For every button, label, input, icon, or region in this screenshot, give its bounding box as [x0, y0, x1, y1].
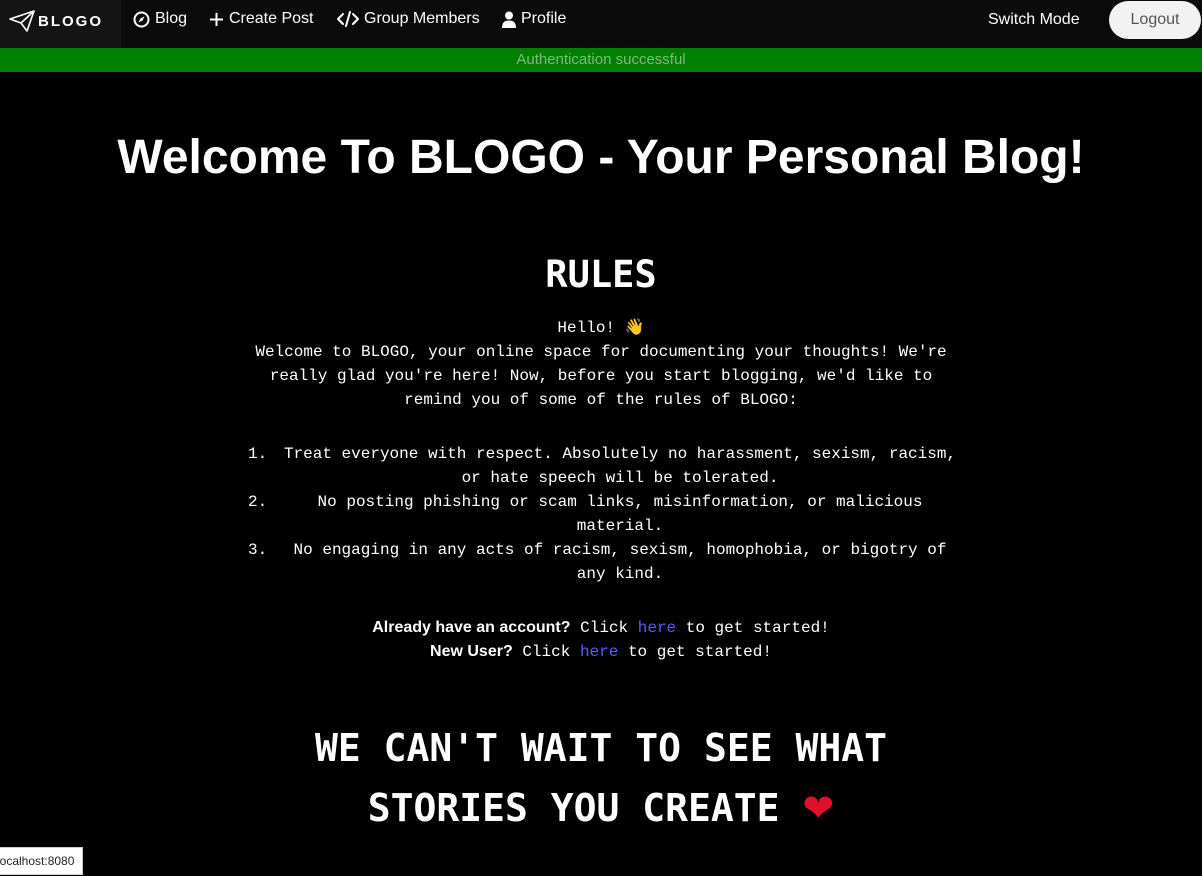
rule-item: 3. No engaging in any acts of racism, se…	[248, 538, 962, 586]
existing-user-line: Already have an account? Click here to g…	[240, 616, 962, 640]
auth-success-alert: Authentication successful	[0, 48, 1202, 72]
nav-link-create-post[interactable]: Create Post	[209, 10, 313, 28]
closing-line-2: STORIES YOU CREATE ❤	[0, 778, 1202, 838]
closing-message: WE CAN'T WAIT TO SEE WHAT STORIES YOU CR…	[0, 718, 1202, 838]
existing-user-post: to get started!	[676, 619, 830, 637]
brand-logo[interactable]: BLOGO	[0, 0, 121, 48]
switch-mode-toggle[interactable]: Switch Mode	[988, 11, 1080, 29]
new-user-prompt: New User?	[430, 643, 513, 660]
nav-link-group-members[interactable]: Group Members	[337, 10, 480, 28]
rule-number: 3.	[248, 541, 268, 559]
nav-link-blog[interactable]: Blog	[133, 10, 187, 28]
call-to-action: Already have an account? Click here to g…	[240, 616, 962, 664]
page-title: Welcome To BLOGO - Your Personal Blog!	[117, 131, 1085, 184]
intro-text: Hello! 👋 Welcome to BLOGO, your online s…	[240, 316, 962, 412]
rule-number: 1.	[248, 445, 268, 463]
nav-link-label: Profile	[521, 10, 567, 27]
login-link[interactable]: here	[638, 619, 676, 637]
greeting: Hello! 👋	[557, 319, 645, 337]
rule-text: Treat everyone with respect. Absolutely …	[283, 445, 957, 487]
heart-icon: ❤	[802, 786, 835, 830]
rules-list: 1. Treat everyone with respect. Absolute…	[248, 442, 962, 586]
existing-user-pre: Click	[570, 619, 638, 637]
rule-number: 2.	[248, 493, 268, 511]
user-icon	[502, 11, 516, 28]
plus-icon	[209, 12, 224, 27]
logout-button[interactable]: Logout	[1109, 1, 1201, 39]
nav-link-profile[interactable]: Profile	[502, 10, 566, 28]
closing-line-2-text: STORIES YOU CREATE	[367, 786, 780, 830]
nav-link-label: Create Post	[229, 10, 314, 27]
nav-link-label: Blog	[155, 10, 188, 27]
paper-plane-icon	[9, 10, 35, 32]
closing-line-1: WE CAN'T WAIT TO SEE WHAT	[315, 726, 887, 770]
register-link[interactable]: here	[580, 643, 618, 661]
status-url: localhost:8080	[0, 854, 75, 868]
rule-item: 2. No posting phishing or scam links, mi…	[248, 490, 962, 538]
navbar: BLOGO Blog Create Post Group Members Pro…	[0, 0, 1202, 48]
rule-item: 1. Treat everyone with respect. Absolute…	[248, 442, 962, 490]
intro-paragraph: Welcome to BLOGO, your online space for …	[255, 343, 947, 409]
browser-status-bar: localhost:8080	[0, 847, 84, 875]
rules-heading: RULES	[545, 253, 657, 296]
new-user-line: New User? Click here to get started!	[240, 640, 962, 664]
compass-icon	[133, 11, 150, 28]
rule-text: No engaging in any acts of racism, sexis…	[293, 541, 947, 583]
rule-text: No posting phishing or scam links, misin…	[317, 493, 923, 535]
existing-user-prompt: Already have an account?	[372, 619, 571, 636]
code-icon	[337, 11, 359, 27]
nav-link-label: Group Members	[364, 10, 480, 27]
new-user-post: to get started!	[618, 643, 772, 661]
brand-name: BLOGO	[38, 13, 103, 30]
new-user-pre: Click	[512, 643, 580, 661]
